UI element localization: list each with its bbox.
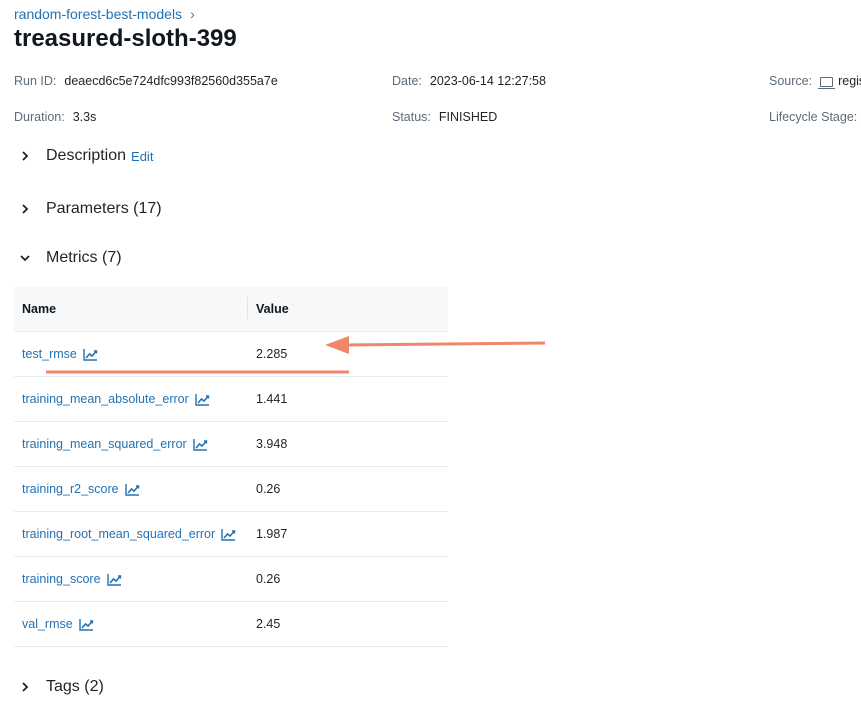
annotation-arrow-line [344,341,546,347]
annotation-overlay [46,336,546,374]
annotation-arrowhead [325,336,349,354]
